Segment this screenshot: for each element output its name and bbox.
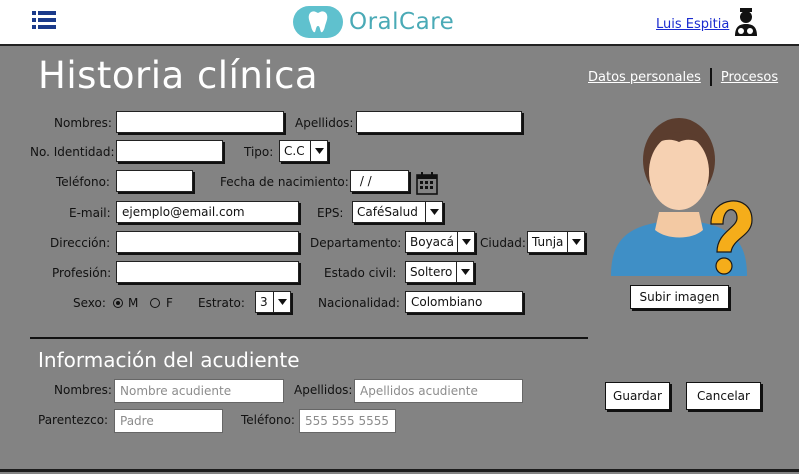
eps-label: EPS:	[317, 206, 344, 220]
identidad-input[interactable]	[116, 140, 223, 162]
user-name-link[interactable]: Luis Espitia	[656, 17, 729, 32]
guardian-parentezco-input[interactable]	[114, 409, 223, 433]
estado-civil-value: Soltero	[410, 265, 453, 279]
calendar-icon[interactable]	[416, 171, 438, 199]
ciudad-label: Ciudad:	[480, 236, 526, 250]
logo-text: OralCare	[349, 9, 455, 35]
app-logo[interactable]: OralCare	[293, 4, 454, 40]
sexo-m-label: M	[128, 296, 139, 310]
departamento-value: Boyacá	[410, 235, 454, 249]
estrato-select[interactable]: 3	[255, 291, 291, 313]
hamburger-menu-icon[interactable]	[32, 10, 56, 30]
page-title: Historia clínica	[38, 54, 319, 97]
guardian-section-title: Información del acudiente	[38, 348, 300, 372]
chevron-down-icon	[425, 202, 442, 222]
guardian-apellidos-input[interactable]	[354, 379, 523, 403]
apellidos-input[interactable]	[356, 111, 522, 133]
chevron-down-icon	[457, 232, 474, 252]
ciudad-select[interactable]: Tunja	[527, 231, 585, 253]
cancel-button[interactable]: Cancelar	[686, 382, 761, 410]
guardian-nombres-label: Nombres:	[54, 383, 112, 397]
sexo-m-radio[interactable]	[113, 298, 123, 308]
tipo-value: C.C	[284, 144, 305, 158]
profesion-label: Profesión:	[52, 266, 112, 280]
main-panel: Historia clínica Datos personales Proces…	[0, 44, 799, 474]
direccion-input[interactable]	[116, 231, 299, 253]
chevron-down-icon	[567, 232, 584, 252]
sexo-f-radio[interactable]	[150, 298, 160, 308]
nombres-label: Nombres:	[54, 116, 112, 130]
estrato-value: 3	[260, 295, 268, 309]
guardian-parentezco-label: Parentezco:	[38, 413, 109, 427]
eps-value: CaféSalud	[357, 205, 418, 219]
user-menu[interactable]: Luis Espitia	[656, 7, 759, 41]
nacionalidad-input[interactable]	[405, 291, 523, 313]
apellidos-label: Apellidos:	[295, 116, 354, 130]
telefono-label: Teléfono:	[56, 175, 110, 189]
direccion-label: Dirección:	[50, 236, 111, 250]
section-divider	[30, 337, 588, 339]
identidad-label: No. Identidad:	[30, 145, 115, 159]
datos-personales-link[interactable]: Datos personales	[588, 70, 701, 85]
estrato-label: Estrato:	[198, 296, 245, 310]
guardian-nombres-input[interactable]	[114, 379, 284, 403]
fecha-nacimiento-input[interactable]	[350, 170, 409, 192]
guardian-telefono-input[interactable]	[299, 409, 396, 433]
email-label: E-mail:	[69, 206, 111, 220]
departamento-label: Departamento:	[310, 236, 402, 250]
bottom-border	[0, 469, 799, 472]
chevron-down-icon	[456, 262, 473, 282]
guardian-telefono-label: Teléfono:	[241, 413, 295, 427]
upload-image-button[interactable]: Subir imagen	[630, 285, 729, 309]
estado-civil-label: Estado civil:	[324, 266, 397, 280]
eps-select[interactable]: CaféSalud	[352, 201, 443, 223]
top-bar: OralCare Luis Espitia	[0, 0, 799, 44]
guardian-apellidos-label: Apellidos:	[294, 383, 353, 397]
procesos-link[interactable]: Procesos	[721, 70, 778, 85]
user-unknown-avatar-icon	[607, 108, 755, 282]
chevron-down-icon	[310, 141, 327, 161]
telefono-input[interactable]	[116, 170, 193, 192]
section-links: Datos personales Procesos	[588, 68, 778, 86]
sexo-label: Sexo:	[73, 296, 106, 310]
profesion-input[interactable]	[116, 261, 299, 283]
estado-civil-select[interactable]: Soltero	[405, 261, 474, 283]
ciudad-value: Tunja	[532, 235, 564, 249]
save-button[interactable]: Guardar	[605, 382, 670, 410]
tooth-icon	[293, 6, 343, 38]
email-input[interactable]	[116, 201, 299, 223]
nombres-input[interactable]	[116, 111, 284, 133]
chevron-down-icon	[273, 292, 290, 312]
user-doctor-icon[interactable]	[733, 7, 759, 41]
nacionalidad-label: Nacionalidad:	[318, 296, 400, 310]
link-separator	[709, 68, 712, 86]
sexo-f-label: F	[166, 296, 173, 310]
departamento-select[interactable]: Boyacá	[405, 231, 475, 253]
tipo-label: Tipo:	[244, 145, 274, 159]
fecha-nacimiento-label: Fecha de nacimiento:	[220, 175, 349, 189]
tipo-select[interactable]: C.C	[279, 140, 328, 162]
